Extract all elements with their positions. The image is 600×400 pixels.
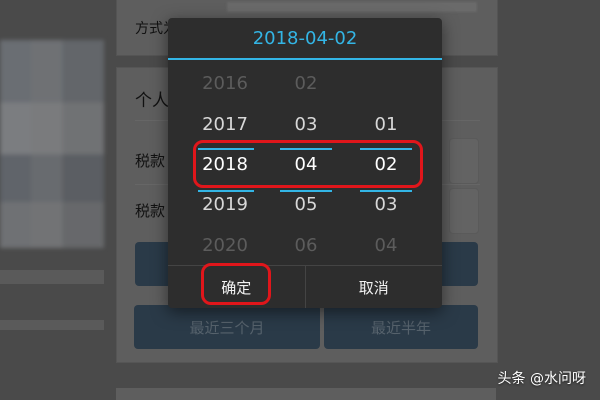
confirm-button-highlight (201, 263, 271, 305)
day-option[interactable]: 01 (351, 114, 421, 135)
month-selection-line (280, 190, 332, 192)
section-title: 个人 (135, 91, 169, 111)
selected-date-highlight (193, 140, 423, 188)
watermark: 头条 @水问呀 (497, 371, 586, 387)
year-option[interactable]: 2016 (190, 73, 260, 94)
tax-row-label: 税款 (135, 152, 166, 170)
cancel-button[interactable]: 取消 (304, 266, 443, 308)
tax-field[interactable] (449, 138, 479, 184)
last-three-months-button[interactable]: 最近三个月 (134, 305, 320, 349)
day-option[interactable]: 04 (351, 235, 421, 256)
year-option[interactable]: 2019 (190, 194, 260, 215)
tax-field[interactable] (449, 188, 479, 234)
month-option[interactable]: 06 (271, 235, 341, 256)
day-option[interactable]: 03 (351, 194, 421, 215)
last-half-year-button[interactable]: 最近半年 (324, 305, 478, 349)
year-option[interactable]: 2017 (190, 114, 260, 135)
year-option[interactable]: 2020 (190, 235, 260, 256)
dialog-title: 2018-04-02 (168, 18, 442, 60)
tax-row-label: 税款 (135, 202, 166, 220)
blurred-text (227, 2, 477, 12)
month-option[interactable]: 03 (271, 114, 341, 135)
blurred-photo (0, 40, 104, 248)
year-selection-line (198, 190, 254, 192)
blurred-text-bar (0, 320, 104, 330)
blurred-text-bar (0, 270, 104, 284)
day-selection-line (360, 190, 412, 192)
month-option[interactable]: 05 (271, 194, 341, 215)
bottom-card (116, 388, 496, 400)
month-option[interactable]: 02 (271, 73, 341, 94)
